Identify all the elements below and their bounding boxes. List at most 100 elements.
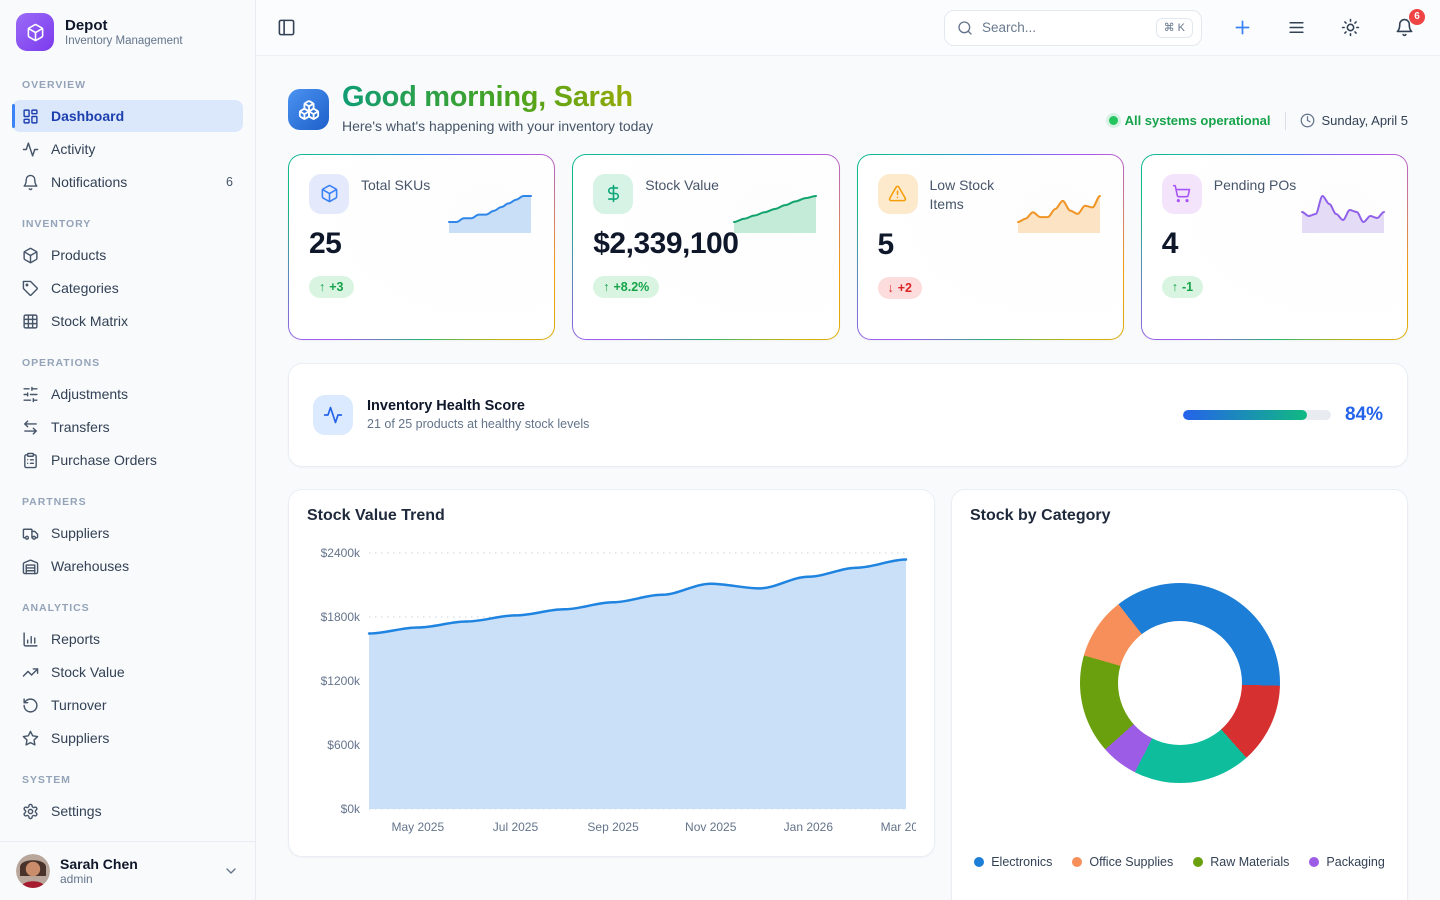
stat-card-stock-value: Stock Value$2,339,100↑+8.2% — [572, 154, 839, 340]
svg-text:Jan 2026: Jan 2026 — [784, 820, 834, 834]
truck-icon — [22, 525, 39, 542]
star-icon — [22, 730, 39, 747]
clock-icon — [1300, 113, 1315, 128]
sidebar: Depot Inventory Management OverviewDashb… — [0, 0, 256, 900]
app-root: Depot Inventory Management OverviewDashb… — [0, 0, 1440, 900]
sidebar-item-adjustments[interactable]: Adjustments — [12, 378, 243, 410]
page-title: Good morning, Sarah — [342, 80, 653, 115]
nav-section: Operations Adjustments Transfers Purchase O… — [12, 357, 243, 476]
sidebar-item-categories[interactable]: Categories — [12, 272, 243, 304]
sidebar-item-stock-matrix[interactable]: Stock Matrix — [12, 305, 243, 337]
sidebar-item-products[interactable]: Products — [12, 239, 243, 271]
gear-icon — [22, 803, 39, 820]
main-area: ⌘ K 6 Good morning, Sarah Here's what's … — [256, 0, 1440, 900]
notifications-button[interactable]: 6 — [1390, 14, 1418, 42]
sidebar-item-notifications[interactable]: Notifications6 — [12, 166, 243, 198]
stat-delta-badge: ↑-1 — [1162, 276, 1203, 298]
date-text: Sunday, April 5 — [1322, 113, 1408, 128]
sidebar-item-label: Suppliers — [51, 730, 233, 746]
rotate-icon — [22, 697, 39, 714]
sidebar-item-activity[interactable]: Activity — [12, 133, 243, 165]
legend-dot — [974, 857, 984, 867]
package-icon — [22, 247, 39, 264]
health-progress-bar — [1183, 410, 1331, 420]
plus-icon — [1232, 17, 1253, 38]
topbar-actions: 6 — [1228, 14, 1418, 42]
sidebar-item-label: Activity — [51, 141, 233, 157]
nav-section-label: Overview — [12, 79, 243, 91]
svg-text:$1200k: $1200k — [321, 674, 361, 688]
add-button[interactable] — [1228, 14, 1256, 42]
legend-label: Electronics — [991, 855, 1052, 869]
page-header: Good morning, Sarah Here's what's happen… — [288, 80, 1408, 134]
sidebar-item-badge: 6 — [226, 175, 233, 189]
search-icon — [957, 20, 973, 36]
stock-by-category-card: Stock by Category ElectronicsOffice Supp… — [951, 489, 1408, 900]
search-shortcut: ⌘ K — [1156, 18, 1193, 38]
grid-icon — [22, 313, 39, 330]
theme-toggle-button[interactable] — [1336, 14, 1364, 42]
nav-section-label: Analytics — [12, 602, 243, 614]
nav-section: Partners SuppliersWarehouses — [12, 496, 243, 582]
svg-text:$0k: $0k — [341, 802, 361, 816]
sidebar-item-purchase-orders[interactable]: Purchase Orders — [12, 444, 243, 476]
header-status-row: All systems operational Sunday, April 5 — [1109, 112, 1408, 130]
trending-icon — [22, 664, 39, 681]
search-input[interactable] — [982, 20, 1147, 35]
sidebar-toggle-button[interactable] — [272, 14, 300, 42]
menu-button[interactable] — [1282, 14, 1310, 42]
sidebar-item-transfers[interactable]: Transfers — [12, 411, 243, 443]
sidebar-item-label: Stock Matrix — [51, 313, 233, 329]
sidebar-item-reports[interactable]: Reports — [12, 623, 243, 655]
arrow-up-icon: ↑ — [319, 280, 325, 294]
sidebar-item-dashboard[interactable]: Dashboard — [12, 100, 243, 132]
status-text: All systems operational — [1125, 113, 1271, 128]
user-menu[interactable]: Sarah Chen admin — [0, 841, 255, 900]
svg-text:Nov 2025: Nov 2025 — [685, 820, 737, 834]
system-status: All systems operational — [1109, 113, 1271, 128]
nav-section: InventoryProductsCategoriesStock Matrix — [12, 218, 243, 337]
user-role: admin — [60, 872, 138, 886]
stat-delta-badge: ↑+3 — [309, 276, 354, 298]
sidebar-nav: OverviewDashboardActivityNotifications6I… — [0, 63, 255, 841]
legend-item-electronics: Electronics — [974, 855, 1052, 869]
topbar: ⌘ K 6 — [256, 0, 1440, 56]
sidebar-item-suppliers[interactable]: Suppliers — [12, 517, 243, 549]
warehouse-icon — [22, 558, 39, 575]
stat-delta-badge: ↓+2 — [878, 277, 923, 299]
sidebar-item-warehouses[interactable]: Warehouses — [12, 550, 243, 582]
pulse-icon — [313, 395, 353, 435]
sidebar-item-stock-value[interactable]: Stock Value — [12, 656, 243, 688]
alert-triangle-icon — [878, 174, 918, 214]
stat-delta-badge: ↑+8.2% — [593, 276, 659, 298]
sidebar-item-suppliers[interactable]: Suppliers — [12, 722, 243, 754]
sidebar-item-label: Turnover — [51, 697, 233, 713]
boxes-icon — [288, 89, 329, 130]
health-percent: 84% — [1345, 404, 1383, 426]
stat-card-pending-pos: Pending POs4↑-1 — [1141, 154, 1408, 340]
nav-section: Overview Dashboard Activity Notifications6 — [12, 79, 243, 198]
brand-name: Depot — [65, 17, 183, 34]
donut-hole — [1118, 621, 1242, 745]
stat-label: Low Stock Items — [930, 174, 1026, 215]
sidebar-item-label: Adjustments — [51, 386, 233, 402]
legend-dot — [1193, 857, 1203, 867]
search-box[interactable]: ⌘ K — [944, 10, 1202, 46]
dashboard-icon — [22, 108, 39, 125]
sidebar-item-settings[interactable]: Settings — [12, 795, 243, 827]
nav-section-label: Partners — [12, 496, 243, 508]
sidebar-item-label: Transfers — [51, 419, 233, 435]
legend-item-packaging: Packaging — [1309, 855, 1384, 869]
stat-sparkline — [1015, 192, 1103, 234]
sidebar-item-label: Dashboard — [51, 108, 233, 124]
sidebar-item-turnover[interactable]: Turnover — [12, 689, 243, 721]
stat-sparkline — [1299, 192, 1387, 234]
stat-sparkline — [731, 192, 819, 234]
legend-dot — [1309, 857, 1319, 867]
svg-text:Mar 2026: Mar 2026 — [881, 820, 916, 834]
package-icon — [26, 23, 45, 42]
donut-chart — [1080, 583, 1280, 783]
app-logo — [16, 13, 54, 51]
nav-section: Analytics ReportsStock Value Turnover Suppl… — [12, 602, 243, 754]
nav-section-label: Operations — [12, 357, 243, 369]
